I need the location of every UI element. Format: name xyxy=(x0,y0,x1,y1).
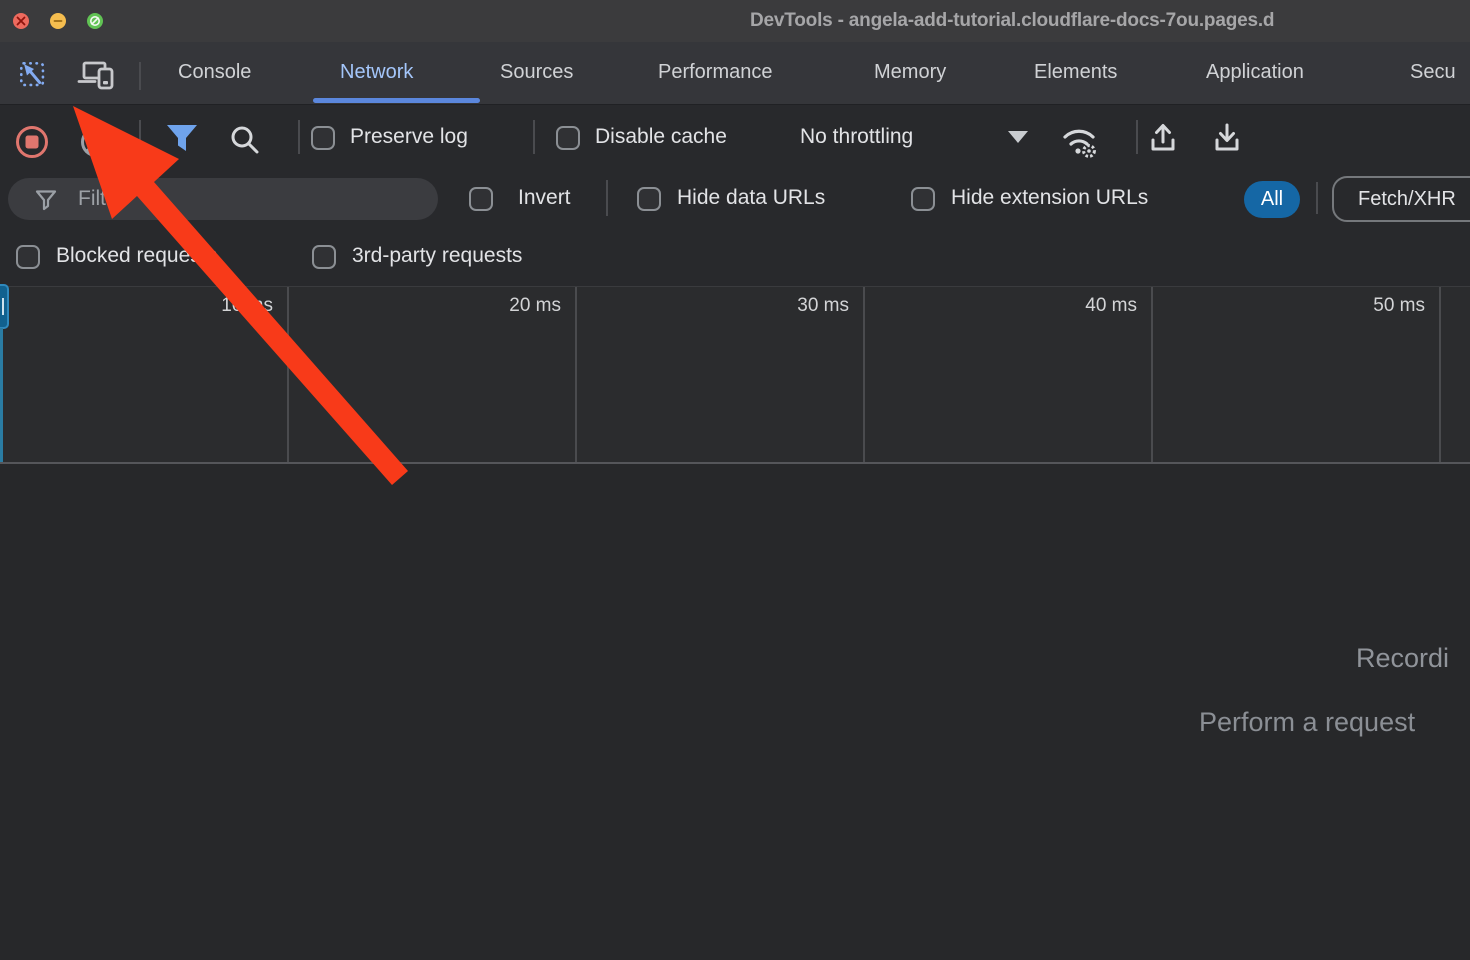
invert-label[interactable]: Invert xyxy=(518,186,571,210)
timeline-gridline xyxy=(863,287,865,463)
timeline-gridline xyxy=(287,287,289,463)
hide-extension-urls-label[interactable]: Hide extension URLs xyxy=(951,186,1148,210)
tab-application[interactable]: Application xyxy=(1206,61,1304,84)
minimize-window-icon[interactable] xyxy=(50,13,66,29)
blocked-requests-label[interactable]: Blocked requests xyxy=(56,244,217,268)
network-toolbar: Preserve log Disable cache No throttling xyxy=(0,105,1470,168)
timeline-tick: 50 ms xyxy=(1305,295,1425,317)
network-options-bar: Blocked requests 3rd-party requests xyxy=(0,228,1470,286)
filter-input[interactable] xyxy=(78,178,428,220)
timeline-gridline xyxy=(1151,287,1153,463)
timeline-tick: 10 ms xyxy=(153,295,273,317)
device-toolbar-icon[interactable] xyxy=(76,60,118,92)
filter-funnel-active-icon[interactable] xyxy=(164,122,200,154)
tab-security[interactable]: Secu xyxy=(1410,61,1456,84)
timeline-tick: 30 ms xyxy=(729,295,849,317)
clear-network-log-icon[interactable] xyxy=(78,124,114,160)
search-icon[interactable] xyxy=(226,121,264,159)
request-type-fetch-xhr-chip[interactable]: Fetch/XHR xyxy=(1332,176,1470,222)
disable-cache-checkbox[interactable] xyxy=(556,126,580,150)
preserve-log-label[interactable]: Preserve log xyxy=(350,125,468,149)
chevron-down-icon[interactable] xyxy=(1008,131,1028,143)
timeline-gridline xyxy=(575,287,577,463)
disable-cache-label[interactable]: Disable cache xyxy=(595,125,727,149)
tab-elements[interactable]: Elements xyxy=(1034,61,1117,84)
toolbar-divider xyxy=(139,120,141,154)
import-har-icon[interactable] xyxy=(1144,119,1182,157)
filter-divider xyxy=(1316,182,1318,214)
network-conditions-icon[interactable] xyxy=(1056,118,1102,160)
devtools-tabbar: Console Network Sources Performance Memo… xyxy=(0,42,1470,105)
blocked-requests-checkbox[interactable] xyxy=(16,245,40,269)
timeline-tick: 20 ms xyxy=(441,295,561,317)
empty-state-recording-text: Recordi xyxy=(1356,643,1449,674)
hide-data-urls-checkbox[interactable] xyxy=(637,187,661,211)
third-party-requests-label[interactable]: 3rd-party requests xyxy=(352,244,522,268)
hide-data-urls-label[interactable]: Hide data URLs xyxy=(677,186,825,210)
preserve-log-checkbox[interactable] xyxy=(311,126,335,150)
tab-memory[interactable]: Memory xyxy=(874,61,946,84)
toolbar-divider xyxy=(533,120,535,154)
window-title: DevTools - angela-add-tutorial.cloudflar… xyxy=(750,10,1470,32)
overview-brush-edge xyxy=(0,328,3,463)
throttling-select-value[interactable]: No throttling xyxy=(800,125,913,149)
hide-extension-urls-checkbox[interactable] xyxy=(911,187,935,211)
network-overview-timeline[interactable]: 10 ms 20 ms 30 ms 40 ms 50 ms xyxy=(0,286,1470,464)
filter-funnel-icon xyxy=(34,188,58,212)
timeline-gridline xyxy=(1439,287,1441,463)
window-titlebar: DevTools - angela-add-tutorial.cloudflar… xyxy=(0,0,1470,42)
active-tab-underline xyxy=(313,98,480,103)
toolbar-divider xyxy=(1136,120,1138,154)
close-window-icon[interactable] xyxy=(13,13,29,29)
toolbar-divider xyxy=(298,120,300,154)
overview-brush-handle[interactable] xyxy=(0,284,9,329)
empty-state-perform-text: Perform a request xyxy=(1199,707,1415,738)
stop-recording-icon[interactable] xyxy=(14,124,50,160)
tab-console[interactable]: Console xyxy=(178,61,251,84)
tab-sources[interactable]: Sources xyxy=(500,61,573,84)
filter-input-pill[interactable] xyxy=(8,178,438,220)
inspect-element-icon[interactable] xyxy=(16,60,52,92)
invert-checkbox[interactable] xyxy=(469,187,493,211)
toolbar-divider xyxy=(139,62,141,90)
network-filter-bar: Invert Hide data URLs Hide extension URL… xyxy=(0,168,1470,228)
timeline-bottom-border xyxy=(0,462,1470,464)
export-har-icon[interactable] xyxy=(1208,119,1246,157)
third-party-requests-checkbox[interactable] xyxy=(312,245,336,269)
tab-performance[interactable]: Performance xyxy=(658,61,773,84)
timeline-tick: 40 ms xyxy=(1017,295,1137,317)
zoom-window-icon[interactable] xyxy=(87,13,103,29)
tab-network[interactable]: Network xyxy=(340,61,413,84)
filter-divider xyxy=(606,180,608,216)
request-type-all-chip[interactable]: All xyxy=(1244,181,1300,218)
